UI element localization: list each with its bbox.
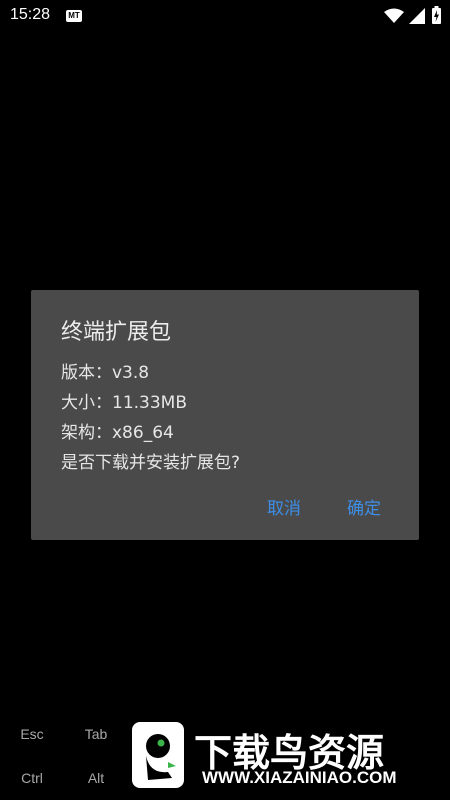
cancel-button[interactable]: 取消 <box>263 492 305 521</box>
watermark: 下载鸟资源 WWW.XIAZAINIAO.COM <box>118 712 432 800</box>
confirm-button[interactable]: 确定 <box>343 492 385 521</box>
wifi-icon <box>384 8 404 23</box>
status-time: 15:28 <box>10 6 51 23</box>
version-text: 版本：v3.8 <box>61 363 150 383</box>
bird-logo-icon <box>132 722 184 788</box>
ctrl-key[interactable]: Ctrl <box>0 758 64 798</box>
signal-icon <box>409 8 425 24</box>
battery-charging-icon <box>432 6 441 24</box>
dialog-title: 终端扩展包 <box>61 320 172 345</box>
architecture-text: 架构：x86_64 <box>61 423 174 443</box>
dialog-message: 版本：v3.8 大小：11.33MB 架构：x86_64 是否下载并安装扩展包? <box>61 358 240 478</box>
install-prompt-text: 是否下载并安装扩展包? <box>61 453 241 473</box>
mt-manager-notification-icon: MT <box>66 10 82 22</box>
watermark-url: WWW.XIAZAINIAO.COM <box>202 768 397 787</box>
extension-package-dialog: 终端扩展包 版本：v3.8 大小：11.33MB 架构：x86_64 是否下载并… <box>31 290 419 540</box>
esc-key[interactable]: Esc <box>0 714 64 754</box>
status-bar: 15:28 MT <box>0 0 450 34</box>
size-text: 大小：11.33MB <box>61 393 187 413</box>
